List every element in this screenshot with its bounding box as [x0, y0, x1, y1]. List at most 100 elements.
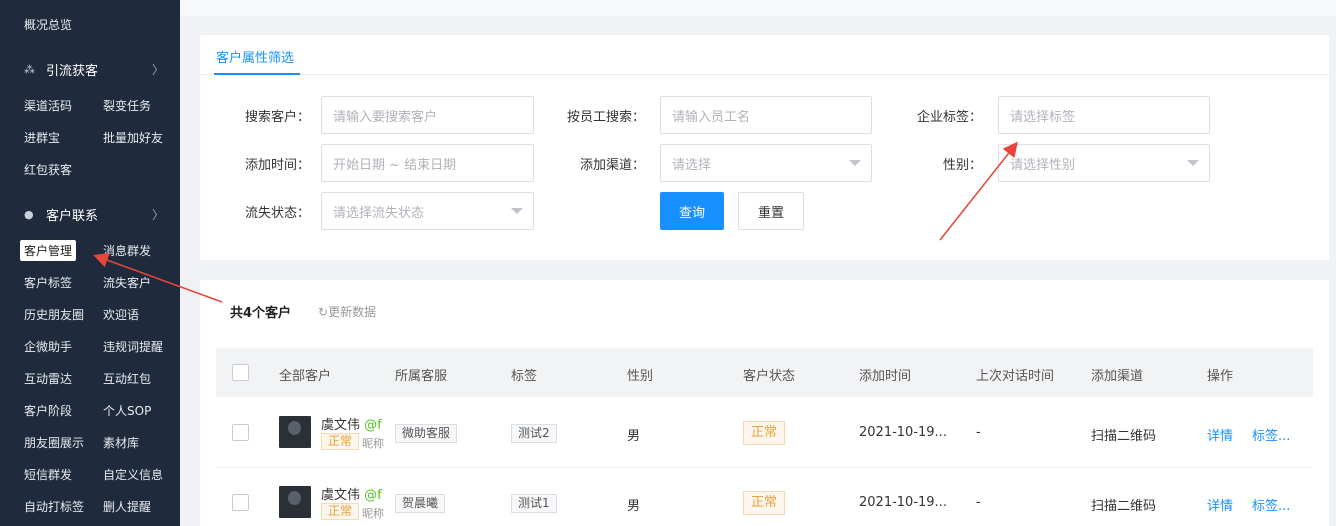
- churn-status-label: 流失状态：: [244, 206, 310, 221]
- tab-underline: [214, 73, 300, 75]
- sidebar-item[interactable]: 违规词提醒: [103, 338, 163, 355]
- sidebar-group-customer[interactable]: ● 客户联系 〉: [24, 204, 164, 224]
- sidebar-item[interactable]: 欢迎语: [103, 306, 139, 323]
- sidebar-item[interactable]: 删人提醒: [103, 498, 151, 515]
- sidebar: 概况总览 ⁂ 引流获客 〉 渠道活码 裂变任务 进群宝 批量加好友 红包获客 ●…: [0, 0, 180, 526]
- caret-down-icon: [849, 160, 861, 166]
- gender-cell: 男: [627, 429, 641, 444]
- customer-status: 正常: [743, 421, 786, 445]
- placeholder: 请选择标签: [1010, 109, 1076, 125]
- detail-link[interactable]: 详情: [1207, 495, 1233, 514]
- sidebar-item[interactable]: 批量加好友: [103, 129, 163, 146]
- search-customer-input[interactable]: 请输入要搜索客户: [321, 96, 534, 134]
- customer-name[interactable]: 虞文伟 @f: [321, 484, 382, 503]
- sidebar-group-traffic[interactable]: ⁂ 引流获客 〉: [24, 59, 164, 79]
- add-time-cell: 2021-10-19...: [859, 425, 947, 440]
- sitemap-icon: ⁂: [24, 62, 35, 76]
- sidebar-item-customer-manage[interactable]: 客户管理: [20, 240, 77, 261]
- last-chat-cell: -: [976, 425, 981, 440]
- tag-link[interactable]: 标签...: [1252, 495, 1290, 514]
- sidebar-item[interactable]: 短信群发: [24, 466, 72, 483]
- sidebar-item[interactable]: 自动打标签: [24, 498, 84, 515]
- refresh-link[interactable]: ↻更新数据: [318, 303, 376, 320]
- table-row: 虞文伟 @f 正常 昵称 微助客服 测试2 男 正常 2021-10-19...…: [216, 398, 1313, 468]
- filter-tabs: 客户属性筛选: [200, 35, 1329, 75]
- tab-customer-attributes[interactable]: 客户属性筛选: [216, 47, 294, 66]
- placeholder: 请输入员工名: [672, 109, 751, 125]
- sidebar-item[interactable]: 红包获客: [24, 161, 72, 178]
- sidebar-item[interactable]: 个人SOP: [103, 402, 151, 419]
- filter-panel: 客户属性筛选 搜索客户： 请输入要搜索客户 按员工搜索： 请输入员工名 企业标签…: [200, 35, 1329, 260]
- at-handle: @f: [364, 418, 382, 433]
- customer-count: 共4个客户: [230, 306, 292, 321]
- status-badge: 正常: [321, 433, 360, 450]
- sidebar-item[interactable]: 自定义信息: [103, 466, 163, 483]
- top-bar: [180, 0, 1336, 16]
- caret-down-icon: [511, 208, 523, 214]
- nickname: 昵称: [362, 437, 384, 450]
- column-header: 上次对话时间: [976, 369, 1055, 384]
- sidebar-item[interactable]: 朋友圈展示: [24, 434, 84, 451]
- placeholder: 请选择性别: [1010, 157, 1076, 173]
- sidebar-item[interactable]: 客户标签: [24, 274, 72, 291]
- row-checkbox[interactable]: [232, 494, 249, 511]
- placeholder: 请选择: [672, 157, 712, 173]
- customer-name[interactable]: 虞文伟 @f: [321, 414, 382, 433]
- column-header: 添加渠道: [1091, 369, 1144, 384]
- add-channel-label: 添加渠道：: [579, 158, 645, 173]
- customer-status: 正常: [743, 491, 786, 515]
- company-tag-select[interactable]: 请选择标签: [998, 96, 1210, 134]
- at-handle: @f: [364, 488, 382, 503]
- add-time-label: 添加时间：: [244, 158, 310, 173]
- search-customer-label: 搜索客户：: [244, 110, 310, 125]
- chevron-right-icon: 〉: [151, 62, 164, 77]
- column-header: 性别: [627, 369, 654, 384]
- service-tag: 微助客服: [395, 424, 458, 443]
- gender-select[interactable]: 请选择性别: [998, 144, 1210, 182]
- query-button[interactable]: 查询: [660, 192, 724, 230]
- sidebar-item[interactable]: 渠道活码: [24, 97, 72, 114]
- status-badge: 正常: [321, 503, 360, 520]
- sidebar-item[interactable]: 裂变任务: [103, 97, 151, 114]
- tag-chip: 测试2: [511, 424, 557, 443]
- date-range-input[interactable]: 开始日期 ~ 结束日期: [321, 144, 534, 182]
- sidebar-item[interactable]: 互动雷达: [24, 370, 72, 387]
- table-row: 虞文伟 @f 正常 昵称 贺晨曦 测试1 男 正常 2021-10-19... …: [216, 468, 1313, 526]
- add-channel-select[interactable]: 请选择: [660, 144, 872, 182]
- sidebar-item-overview[interactable]: 概况总览: [24, 16, 72, 33]
- last-chat-cell: -: [976, 495, 981, 510]
- refresh-icon: ↻: [318, 305, 329, 319]
- nickname: 昵称: [362, 507, 384, 520]
- column-header: 操作: [1207, 369, 1234, 384]
- name-text: 虞文伟: [321, 488, 361, 503]
- chevron-right-icon: 〉: [151, 207, 164, 222]
- sidebar-item[interactable]: 进群宝: [24, 129, 60, 146]
- placeholder: 开始日期 ~ 结束日期: [333, 157, 457, 173]
- add-time-cell: 2021-10-19...: [859, 495, 947, 510]
- row-checkbox[interactable]: [232, 424, 249, 441]
- placeholder: 请输入要搜索客户: [333, 109, 438, 125]
- tag-link[interactable]: 标签...: [1252, 425, 1290, 444]
- sidebar-group-label: 客户联系: [46, 208, 99, 224]
- customer-list-panel: 共4个客户 ↻更新数据 全部客户 所属客服 标签 性别 客户状态 添加时间 上次…: [200, 280, 1329, 526]
- detail-link[interactable]: 详情: [1207, 425, 1233, 444]
- sidebar-item[interactable]: 流失客户: [103, 274, 151, 291]
- gender-label: 性别：: [942, 158, 982, 173]
- select-all-checkbox[interactable]: [232, 364, 249, 381]
- table-header: 全部客户 所属客服 标签 性别 客户状态 添加时间 上次对话时间 添加渠道 操作: [216, 348, 1313, 397]
- churn-status-select[interactable]: 请选择流失状态: [321, 192, 534, 230]
- search-employee-input[interactable]: 请输入员工名: [660, 96, 872, 134]
- sidebar-item[interactable]: 历史朋友圈: [24, 306, 84, 323]
- caret-down-icon: [1187, 160, 1199, 166]
- sidebar-item[interactable]: 素材库: [103, 434, 139, 451]
- column-header: 全部客户: [279, 369, 332, 384]
- sidebar-item[interactable]: 消息群发: [103, 242, 151, 259]
- service-tag: 贺晨曦: [395, 494, 446, 513]
- sidebar-item[interactable]: 互动红包: [103, 370, 151, 387]
- sidebar-item[interactable]: 客户阶段: [24, 402, 72, 419]
- refresh-label: 更新数据: [328, 305, 377, 319]
- placeholder: 请选择流失状态: [333, 205, 425, 221]
- sidebar-item[interactable]: 企微助手: [24, 338, 72, 355]
- reset-button[interactable]: 重置: [738, 192, 804, 230]
- user-icon: ●: [24, 207, 34, 221]
